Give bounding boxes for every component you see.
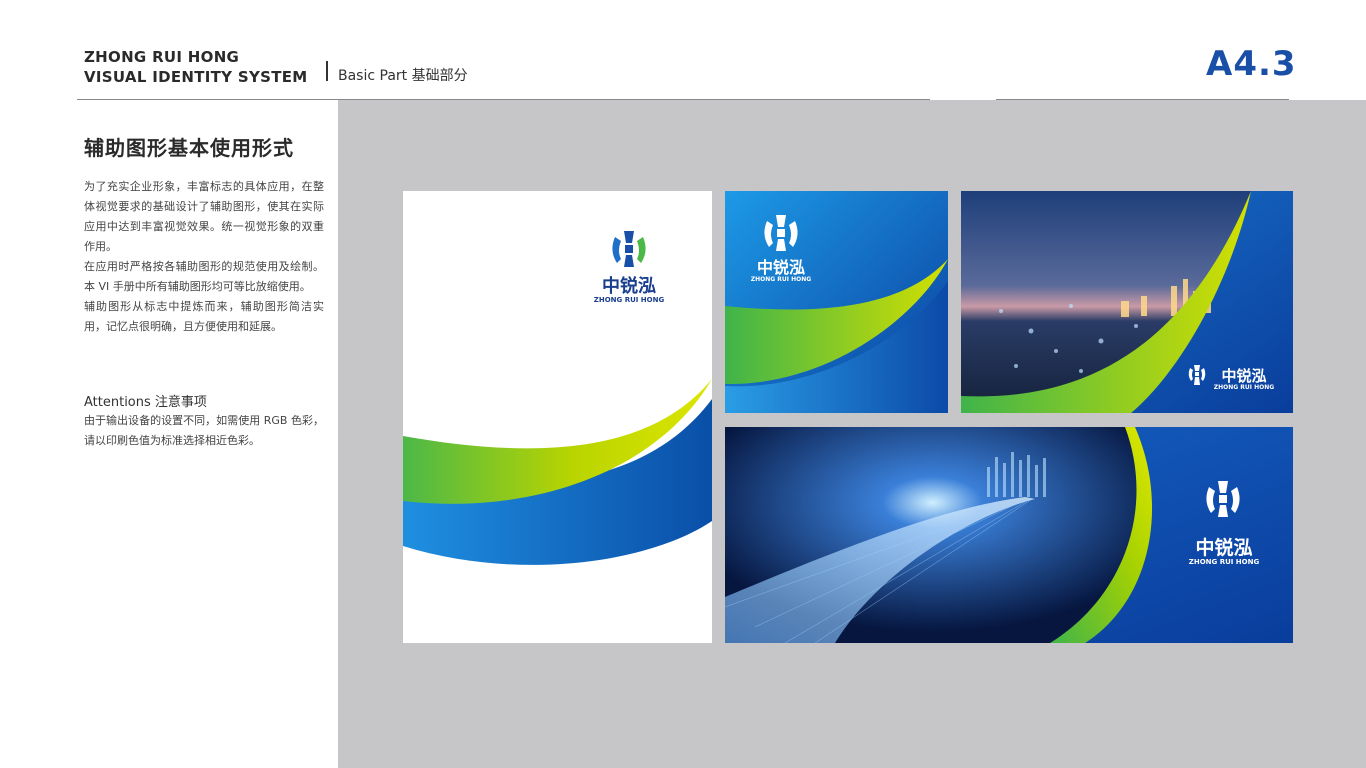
page-title: 辅助图形基本使用形式: [84, 136, 294, 160]
logo-name-en: ZHONG RUI HONG: [1189, 558, 1260, 566]
logo-name-en: ZHONG RUI HONG: [751, 276, 811, 283]
page-number: A4.3: [1206, 44, 1297, 84]
description: 为了充实企业形象，丰富标志的具体应用，在整体视觉要求的基础设计了辅助图形，使其在…: [84, 177, 324, 337]
city-card-graphic: 中锐泓 ZHONG RUI HONG: [961, 191, 1293, 413]
description-paragraph: 辅助图形从标志中提炼而来，辅助图形简洁实用，记忆点很明确，且方便使用和延展。: [84, 300, 324, 333]
brand-line-2: VISUAL IDENTITY SYSTEM: [84, 68, 308, 86]
attention-title: Attentions 注意事项: [84, 395, 207, 410]
portrait-card-graphic: 中锐泓 ZHONG RUI HONG: [403, 231, 712, 565]
description-paragraph: 为了充实企业形象，丰富标志的具体应用，在整体视觉要求的基础设计了辅助图形，使其在…: [84, 180, 324, 253]
logo-name-cn: 中锐泓: [1195, 536, 1252, 559]
logo-mark-icon: [612, 231, 646, 267]
header-divider: [326, 61, 328, 81]
logo-name-en: ZHONG RUI HONG: [1214, 384, 1274, 391]
portrait-card: 中锐泓 ZHONG RUI HONG: [403, 191, 712, 643]
section-label: Basic Part 基础部分: [338, 68, 468, 84]
logo-name-en: ZHONG RUI HONG: [594, 296, 665, 304]
description-paragraph: 在应用时严格按各辅助图形的规范使用及绘制。本 VI 手册中所有辅助图形均可等比放…: [84, 260, 324, 293]
attention-text: 由于输出设备的设置不同，如需使用 RGB 色彩，请以印刷色值为标准选择相近色彩。: [84, 414, 324, 447]
logo-name-cn: 中锐泓: [602, 275, 656, 297]
blue-card: 中锐泓 ZHONG RUI HONG: [725, 191, 948, 413]
tech-banner-graphic: 中锐泓 ZHONG RUI HONG: [725, 427, 1293, 643]
city-card: 中锐泓 ZHONG RUI HONG: [961, 191, 1293, 413]
tech-banner-card: 中锐泓 ZHONG RUI HONG: [725, 427, 1293, 643]
logo-name-cn: 中锐泓: [757, 258, 805, 277]
brand-line-1: ZHONG RUI HONG: [84, 48, 240, 66]
logo-name-cn: 中锐泓: [1221, 367, 1266, 385]
header-brand: ZHONG RUI HONG VISUAL IDENTITY SYSTEM: [84, 47, 308, 87]
blue-card-graphic: 中锐泓 ZHONG RUI HONG: [725, 191, 948, 413]
